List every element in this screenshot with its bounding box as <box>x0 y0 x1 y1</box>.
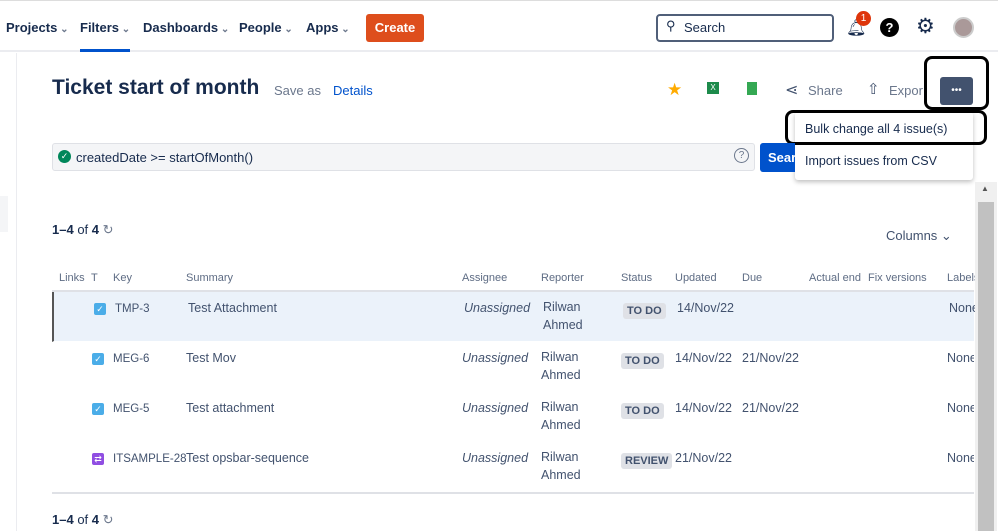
menu-item-import-csv[interactable]: Import issues from CSV <box>805 154 937 168</box>
sidebar-divider <box>16 53 17 531</box>
issue-summary[interactable]: Test Mov <box>186 351 236 365</box>
status-badge: TO DO <box>621 353 664 369</box>
labels: None <box>947 351 974 365</box>
refresh-icon[interactable]: ↻ <box>103 222 114 237</box>
star-icon[interactable]: ★ <box>667 80 682 100</box>
jql-query-input[interactable]: ✓ createdDate >= startOfMonth() ? <box>52 143 755 171</box>
updated-date: 21/Nov/22 <box>675 451 732 465</box>
results-count-bottom: 1–4 of 4 ↻ <box>52 512 114 528</box>
help-icon[interactable]: ? <box>880 18 899 37</box>
highlight-outline <box>785 110 987 145</box>
issue-summary[interactable]: Test attachment <box>186 401 274 415</box>
share-button[interactable]: Share <box>808 83 843 98</box>
table-row[interactable]: ✓ TMP-3 Test Attachment Unassigned Rilwan… <box>52 292 976 342</box>
scroll-up-icon[interactable]: ▲ <box>981 184 989 193</box>
jql-query-text: createdDate >= startOfMonth() <box>76 150 254 165</box>
updated-date: 14/Nov/22 <box>677 301 734 315</box>
labels: None <box>949 301 976 315</box>
nav-filters[interactable]: Filters <box>80 20 131 52</box>
column-header[interactable]: Links <box>59 272 85 284</box>
table-row[interactable]: ✓ MEG-6 Test Mov Unassigned Rilwan Ahmed … <box>52 342 974 392</box>
change-type-icon: ⇄ <box>92 453 104 465</box>
nav-dashboards[interactable]: Dashboards <box>143 20 229 35</box>
top-nav: Projects Filters Dashboards People Apps … <box>0 0 998 52</box>
column-header[interactable]: Actual end <box>809 272 861 284</box>
due-date: 21/Nov/22 <box>742 401 799 415</box>
table-bottom-divider <box>52 492 974 494</box>
updated-date: 14/Nov/22 <box>675 351 732 365</box>
column-header[interactable]: Fix versions <box>868 272 927 284</box>
assignee: Unassigned <box>462 401 529 415</box>
valid-check-icon: ✓ <box>58 150 71 163</box>
total: 4 <box>91 222 100 237</box>
due-date: 21/Nov/22 <box>742 351 799 365</box>
column-header[interactable]: Due <box>742 272 762 284</box>
help-icon[interactable]: ? <box>734 148 749 163</box>
assignee: Unassigned <box>462 351 529 365</box>
assignee: Unassigned <box>462 451 529 465</box>
highlight-outline <box>924 56 989 110</box>
column-header[interactable]: Assignee <box>462 272 507 284</box>
sheets-icon[interactable] <box>747 82 757 95</box>
column-header[interactable]: Summary <box>186 272 233 284</box>
avatar[interactable] <box>953 17 974 38</box>
column-header[interactable]: Labels <box>947 272 975 284</box>
labels: None <box>947 401 974 415</box>
table-row[interactable]: ✓ MEG-5 Test attachment Unassigned Rilwan… <box>52 392 974 442</box>
issue-key[interactable]: MEG-6 <box>113 353 149 365</box>
page-title: Ticket start of month <box>52 76 260 99</box>
column-header[interactable]: Status <box>621 272 652 284</box>
reporter: Rilwan Ahmed <box>541 400 581 432</box>
notification-badge: 1 <box>856 11 871 26</box>
share-icon: ⋖ <box>785 82 799 99</box>
issue-key[interactable]: ITSAMPLE-28 <box>113 453 187 465</box>
reporter: Rilwan Ahmed <box>541 450 581 482</box>
issue-key[interactable]: MEG-5 <box>113 403 149 415</box>
task-type-icon: ✓ <box>92 403 104 415</box>
status-badge: TO DO <box>623 303 666 319</box>
range: 1–4 <box>52 512 74 527</box>
table-row[interactable]: ⇄ ITSAMPLE-28 Test opsbar-sequence Unassi… <box>52 442 974 492</box>
search-icon: ⚲ <box>666 18 676 33</box>
of: of <box>77 512 89 527</box>
scrollbar[interactable]: ▲ <box>975 182 997 531</box>
issue-summary[interactable]: Test opsbar-sequence <box>186 451 309 465</box>
search-input[interactable]: Search <box>656 14 834 42</box>
reporter: Rilwan Ahmed <box>541 350 581 382</box>
of: of <box>77 222 89 237</box>
column-header[interactable]: Updated <box>675 272 717 284</box>
nav-apps[interactable]: Apps <box>306 20 350 35</box>
column-header[interactable]: Key <box>113 272 132 284</box>
assignee: Unassigned <box>464 301 531 315</box>
excel-icon[interactable]: X <box>707 82 719 94</box>
labels: None <box>947 451 974 465</box>
save-as-link[interactable]: Save as <box>274 83 321 98</box>
search-button[interactable]: Search <box>760 143 795 172</box>
results-count: 1–4 of 4 ↻ <box>52 222 114 238</box>
updated-date: 14/Nov/22 <box>675 401 732 415</box>
range: 1–4 <box>52 222 74 237</box>
sidebar-handle[interactable] <box>0 196 8 232</box>
column-header[interactable]: T <box>91 272 98 284</box>
reporter: Rilwan Ahmed <box>543 300 583 332</box>
status-badge: TO DO <box>621 403 664 419</box>
gear-icon[interactable]: ⚙ <box>916 14 935 39</box>
task-type-icon: ✓ <box>92 353 104 365</box>
columns-button[interactable]: Columns ⌄ <box>886 228 952 244</box>
export-icon: ⇧ <box>867 81 880 98</box>
details-link[interactable]: Details <box>333 83 373 98</box>
nav-projects[interactable]: Projects <box>6 20 68 35</box>
refresh-icon[interactable]: ↻ <box>103 512 114 527</box>
scrollbar-thumb[interactable] <box>978 202 994 531</box>
export-button[interactable]: Export <box>889 83 923 98</box>
column-header[interactable]: Reporter <box>541 272 584 284</box>
total: 4 <box>91 512 100 527</box>
create-button[interactable]: Create <box>366 14 424 42</box>
status-badge: REVIEW <box>621 453 673 469</box>
task-type-icon: ✓ <box>94 303 106 315</box>
nav-people[interactable]: People <box>239 20 293 35</box>
issue-key[interactable]: TMP-3 <box>115 303 150 315</box>
issue-summary[interactable]: Test Attachment <box>188 301 277 315</box>
